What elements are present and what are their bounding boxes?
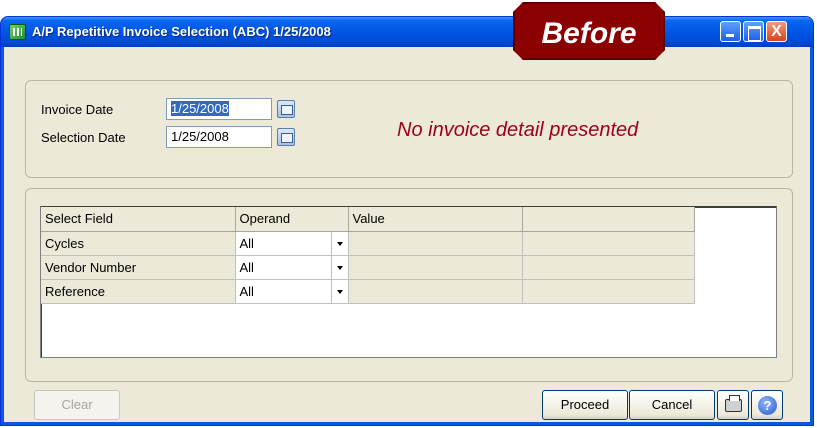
column-header-operand[interactable]: Operand bbox=[235, 207, 349, 232]
proceed-button[interactable]: Proceed bbox=[542, 390, 628, 420]
value-cell[interactable] bbox=[348, 231, 523, 256]
select-field-cell[interactable]: Reference bbox=[41, 279, 236, 304]
invoice-date-field[interactable]: 1/25/2008 bbox=[166, 98, 272, 120]
close-button[interactable]: X bbox=[766, 21, 787, 42]
selection-grid[interactable]: Select Field Operand Value Cycles All Ve… bbox=[40, 206, 777, 358]
column-header-blank bbox=[522, 207, 695, 232]
table-row[interactable]: Vendor Number All bbox=[41, 255, 695, 280]
before-badge: Before bbox=[513, 2, 665, 60]
grid-header-row: Select Field Operand Value bbox=[41, 207, 695, 232]
chevron-down-icon[interactable] bbox=[330, 231, 348, 255]
value-cell[interactable] bbox=[348, 255, 523, 280]
help-icon: ? bbox=[758, 396, 777, 415]
operand-value: All bbox=[239, 259, 254, 275]
operand-value: All bbox=[239, 283, 254, 299]
operand-cell[interactable]: All bbox=[235, 231, 349, 256]
help-button[interactable]: ? bbox=[751, 390, 783, 420]
operand-value: All bbox=[239, 235, 254, 251]
close-icon: X bbox=[771, 23, 782, 40]
cancel-button[interactable]: Cancel bbox=[629, 390, 715, 420]
before-badge-text: Before bbox=[541, 17, 637, 50]
calendar-icon[interactable] bbox=[277, 128, 295, 146]
minimize-button[interactable] bbox=[720, 21, 741, 42]
invoice-date-value: 1/25/2008 bbox=[171, 101, 229, 116]
table-row[interactable]: Cycles All bbox=[41, 231, 695, 256]
column-header-value[interactable]: Value bbox=[348, 207, 523, 232]
chevron-down-icon[interactable] bbox=[330, 279, 348, 303]
app-window: A/P Repetitive Invoice Selection (ABC) 1… bbox=[0, 16, 814, 426]
selection-table: Select Field Operand Value Cycles All Ve… bbox=[41, 207, 695, 304]
operand-cell[interactable]: All bbox=[235, 255, 349, 280]
calendar-icon[interactable] bbox=[277, 100, 295, 118]
extra-cell bbox=[522, 279, 695, 304]
select-field-cell[interactable]: Vendor Number bbox=[41, 255, 236, 280]
operand-cell[interactable]: All bbox=[235, 279, 349, 304]
extra-cell bbox=[522, 231, 695, 256]
column-header-select-field[interactable]: Select Field bbox=[41, 207, 236, 232]
value-cell[interactable] bbox=[348, 279, 523, 304]
extra-cell bbox=[522, 255, 695, 280]
clear-button[interactable]: Clear bbox=[34, 390, 120, 420]
print-button[interactable] bbox=[717, 390, 749, 420]
invoice-date-label: Invoice Date bbox=[41, 102, 114, 117]
annotation-note: No invoice detail presented bbox=[397, 119, 639, 141]
maximize-button[interactable] bbox=[743, 21, 764, 42]
title-bar[interactable]: A/P Repetitive Invoice Selection (ABC) 1… bbox=[1, 17, 813, 47]
printer-icon bbox=[725, 395, 742, 412]
chevron-down-icon[interactable] bbox=[330, 255, 348, 279]
select-field-cell[interactable]: Cycles bbox=[41, 231, 236, 256]
selection-date-field[interactable]: 1/25/2008 bbox=[166, 126, 272, 148]
window-title: A/P Repetitive Invoice Selection (ABC) 1… bbox=[32, 24, 331, 39]
selection-date-label: Selection Date bbox=[41, 130, 126, 145]
app-icon[interactable] bbox=[9, 24, 26, 40]
table-row[interactable]: Reference All bbox=[41, 279, 695, 304]
selection-date-value: 1/25/2008 bbox=[171, 129, 229, 144]
